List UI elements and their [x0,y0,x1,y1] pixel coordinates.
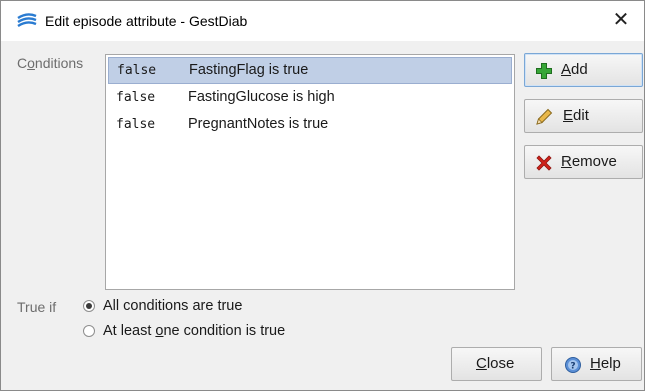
conditions-list[interactable]: false FastingFlag is true false FastingG… [105,54,515,290]
condition-value: false [116,117,156,132]
edit-button[interactable]: Edit [524,99,643,133]
close-icon: ✕ [612,9,630,31]
condition-text: PregnantNotes is true [188,116,329,132]
condition-text: FastingFlag is true [189,62,309,78]
list-item[interactable]: false FastingFlag is true [108,57,512,84]
radio-all-conditions[interactable] [83,300,95,312]
radio-one-condition-label[interactable]: At least one condition is true [103,323,285,339]
title-bar: Edit episode attribute - GestDiab ✕ [1,1,644,41]
list-item[interactable]: false FastingGlucose is high [108,84,512,111]
app-logo-icon [17,13,37,28]
dialog-window: Edit episode attribute - GestDiab ✕ Cond… [0,0,645,391]
add-button[interactable]: Add [524,53,643,87]
window-title: Edit episode attribute - GestDiab [45,13,248,29]
remove-button[interactable]: Remove [524,145,643,179]
close-window-button[interactable]: ✕ [610,9,632,31]
list-item[interactable]: false PregnantNotes is true [108,111,512,138]
true-if-label: True if [17,299,57,315]
conditions-label: Conditions [17,55,84,71]
help-button[interactable]: ? Help [551,347,642,381]
pencil-icon [536,108,553,125]
condition-value: false [117,63,157,78]
plus-icon [536,63,552,79]
red-x-icon [536,155,552,171]
condition-value: false [116,90,156,105]
close-button[interactable]: Close [451,347,542,381]
condition-text: FastingGlucose is high [188,89,335,105]
svg-text:?: ? [570,362,575,372]
radio-all-conditions-label[interactable]: All conditions are true [103,298,242,314]
radio-one-condition[interactable] [83,325,95,337]
help-icon: ? [565,357,581,373]
